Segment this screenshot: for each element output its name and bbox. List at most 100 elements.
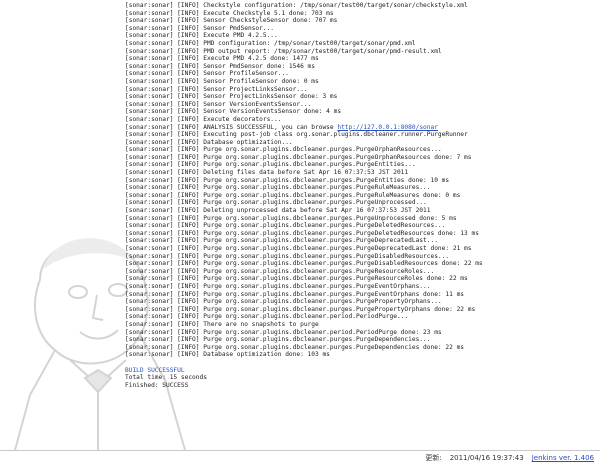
log-message: Sensor ProjectLinksSensor... xyxy=(203,85,308,93)
log-message: Deleting files data before Sat Apr 16 07… xyxy=(203,169,409,177)
console-line: [sonar:sonar] [INFO] Sensor VersionEvent… xyxy=(125,101,595,109)
log-message: Purge org.sonar.plugins.dbcleaner.purges… xyxy=(203,153,472,161)
console-line: [sonar:sonar] [INFO] Deleting files data… xyxy=(125,169,595,177)
log-prefix: [sonar:sonar] [INFO] xyxy=(125,275,200,283)
log-message: There are no snapshots to purge xyxy=(203,320,319,328)
log-prefix: [sonar:sonar] [INFO] xyxy=(125,252,200,260)
log-prefix: [sonar:sonar] [INFO] xyxy=(125,245,200,252)
log-prefix: [sonar:sonar] [INFO] xyxy=(125,214,200,222)
log-prefix: [sonar:sonar] [INFO] xyxy=(125,100,200,108)
console-line: [sonar:sonar] [INFO] Purge org.sonar.plu… xyxy=(125,329,595,337)
console-spacer xyxy=(125,359,595,367)
finished-line: Finished: SUCCESS xyxy=(125,381,189,389)
log-prefix: [sonar:sonar] [INFO] xyxy=(125,146,200,154)
log-prefix: [sonar:sonar] [INFO] xyxy=(125,138,200,146)
log-message: Purge org.sonar.plugins.dbcleaner.purges… xyxy=(203,267,435,275)
log-message: ANALYSIS SUCCESSFUL, you can browse xyxy=(203,123,338,131)
build-result-line: BUILD SUCCESSFUL xyxy=(125,366,185,374)
log-message: Purge org.sonar.plugins.dbcleaner.purges… xyxy=(203,245,472,252)
log-prefix: [sonar:sonar] [INFO] xyxy=(125,282,200,290)
log-prefix: [sonar:sonar] [INFO] xyxy=(125,32,200,40)
log-message: Purge org.sonar.plugins.dbcleaner.purges… xyxy=(203,275,468,283)
log-message: Purge org.sonar.plugins.dbcleaner.period… xyxy=(203,313,409,321)
console-line: [sonar:sonar] [INFO] Purge org.sonar.plu… xyxy=(125,184,595,192)
log-message: Execute decorators... xyxy=(203,115,282,123)
log-message: Sensor VersionEventsSensor... xyxy=(203,100,312,108)
jenkins-version-link[interactable]: Jenkins ver. 1.406 xyxy=(532,454,594,462)
log-prefix: [sonar:sonar] [INFO] xyxy=(125,39,200,47)
log-message: Purge org.sonar.plugins.dbcleaner.purges… xyxy=(203,229,479,237)
log-prefix: [sonar:sonar] [INFO] xyxy=(125,320,200,328)
log-message: Purge org.sonar.plugins.dbcleaner.purges… xyxy=(203,176,450,184)
console-line: [sonar:sonar] [INFO] PMD output report: … xyxy=(125,48,595,56)
console-line: [sonar:sonar] [INFO] Sensor ProfileSenso… xyxy=(125,70,595,78)
console-line: [sonar:sonar] [INFO] Purge org.sonar.plu… xyxy=(125,237,595,245)
log-message: Sensor PmdSensor... xyxy=(203,24,275,32)
console-line: [sonar:sonar] [INFO] Execute decorators.… xyxy=(125,116,595,124)
log-prefix: [sonar:sonar] [INFO] xyxy=(125,305,200,313)
console-line: [sonar:sonar] [INFO] Checkstyle configur… xyxy=(125,2,595,10)
updated-label: 更新: xyxy=(425,454,442,462)
log-message: Purge org.sonar.plugins.dbcleaner.purges… xyxy=(203,290,465,298)
log-prefix: [sonar:sonar] [INFO] xyxy=(125,108,200,116)
log-message: Deleting unprocessed data before Sat Apr… xyxy=(203,207,431,215)
console-line: [sonar:sonar] [INFO] Purge org.sonar.plu… xyxy=(125,161,595,169)
console-line: [sonar:sonar] [INFO] Purge org.sonar.plu… xyxy=(125,344,595,352)
log-prefix: [sonar:sonar] [INFO] xyxy=(125,123,200,131)
log-prefix: [sonar:sonar] [INFO] xyxy=(125,62,200,70)
log-prefix: [sonar:sonar] [INFO] xyxy=(125,2,200,9)
console-line: [sonar:sonar] [INFO] Purge org.sonar.plu… xyxy=(125,283,595,291)
log-message: PMD configuration: /tmp/sonar/test00/tar… xyxy=(203,39,416,47)
log-message: Purge org.sonar.plugins.dbcleaner.purges… xyxy=(203,237,438,245)
log-prefix: [sonar:sonar] [INFO] xyxy=(125,93,200,101)
log-prefix: [sonar:sonar] [INFO] xyxy=(125,222,200,230)
log-message: Purge org.sonar.plugins.dbcleaner.purges… xyxy=(203,298,442,306)
console-line: [sonar:sonar] [INFO] Purge org.sonar.plu… xyxy=(125,268,595,276)
log-prefix: [sonar:sonar] [INFO] xyxy=(125,85,200,93)
log-message: PMD output report: /tmp/sonar/test00/tar… xyxy=(203,47,442,55)
log-message: Executing post-job class org.sonar.plugi… xyxy=(203,131,468,139)
log-message: Purge org.sonar.plugins.dbcleaner.purges… xyxy=(203,260,483,268)
log-prefix: [sonar:sonar] [INFO] xyxy=(125,131,200,139)
log-prefix: [sonar:sonar] [INFO] xyxy=(125,298,200,306)
console-line: [sonar:sonar] [INFO] Purge org.sonar.plu… xyxy=(125,275,595,283)
console-line: [sonar:sonar] [INFO] Executing post-job … xyxy=(125,131,595,139)
log-message: Purge org.sonar.plugins.dbcleaner.period… xyxy=(203,328,442,336)
console-line: [sonar:sonar] [INFO] ANALYSIS SUCCESSFUL… xyxy=(125,124,595,132)
log-message: Purge org.sonar.plugins.dbcleaner.purges… xyxy=(203,199,427,207)
console-line: [sonar:sonar] [INFO] Purge org.sonar.plu… xyxy=(125,313,595,321)
sonar-link[interactable]: http://127.0.0.1:8080/sonar xyxy=(337,124,438,131)
log-prefix: [sonar:sonar] [INFO] xyxy=(125,17,200,25)
console-line: [sonar:sonar] [INFO] Purge org.sonar.plu… xyxy=(125,192,595,200)
console-line: [sonar:sonar] [INFO] Sensor ProfileSenso… xyxy=(125,78,595,86)
console-line: [sonar:sonar] [INFO] Purge org.sonar.plu… xyxy=(125,336,595,344)
log-prefix: [sonar:sonar] [INFO] xyxy=(125,343,200,351)
log-prefix: [sonar:sonar] [INFO] xyxy=(125,260,200,268)
log-message: Sensor ProfileSensor done: 0 ms xyxy=(203,77,319,85)
log-message: Execute Checkstyle 5.1 done: 703 ms xyxy=(203,9,334,17)
log-message: Purge org.sonar.plugins.dbcleaner.purges… xyxy=(203,184,431,192)
log-message: Sensor ProjectLinksSensor done: 3 ms xyxy=(203,93,338,101)
log-message: Execute PMD 4.2.5 done: 1477 ms xyxy=(203,55,319,63)
log-message: Purge org.sonar.plugins.dbcleaner.purges… xyxy=(203,336,431,344)
log-message: Purge org.sonar.plugins.dbcleaner.purges… xyxy=(203,214,457,222)
log-prefix: [sonar:sonar] [INFO] xyxy=(125,191,200,199)
log-prefix: [sonar:sonar] [INFO] xyxy=(125,328,200,336)
log-message: Purge org.sonar.plugins.dbcleaner.purges… xyxy=(203,252,450,260)
log-prefix: [sonar:sonar] [INFO] xyxy=(125,169,200,177)
log-prefix: [sonar:sonar] [INFO] xyxy=(125,267,200,275)
log-message: Purge org.sonar.plugins.dbcleaner.purges… xyxy=(203,146,442,154)
console-line: [sonar:sonar] [INFO] Purge org.sonar.plu… xyxy=(125,291,595,299)
log-message: Execute PMD 4.2.5... xyxy=(203,32,278,40)
console-line: [sonar:sonar] [INFO] Sensor CheckstyleSe… xyxy=(125,17,595,25)
log-message: Checkstyle configuration: /tmp/sonar/tes… xyxy=(203,2,468,9)
log-prefix: [sonar:sonar] [INFO] xyxy=(125,115,200,123)
log-prefix: [sonar:sonar] [INFO] xyxy=(125,24,200,32)
log-prefix: [sonar:sonar] [INFO] xyxy=(125,199,200,207)
console-line: [sonar:sonar] [INFO] Sensor PmdSensor... xyxy=(125,25,595,33)
console-line: [sonar:sonar] [INFO] Deleting unprocesse… xyxy=(125,207,595,215)
log-message: Purge org.sonar.plugins.dbcleaner.purges… xyxy=(203,282,431,290)
console-line: [sonar:sonar] [INFO] Purge org.sonar.plu… xyxy=(125,199,595,207)
console-line: [sonar:sonar] [INFO] Purge org.sonar.plu… xyxy=(125,306,595,314)
console-line: [sonar:sonar] [INFO] Purge org.sonar.plu… xyxy=(125,146,595,154)
